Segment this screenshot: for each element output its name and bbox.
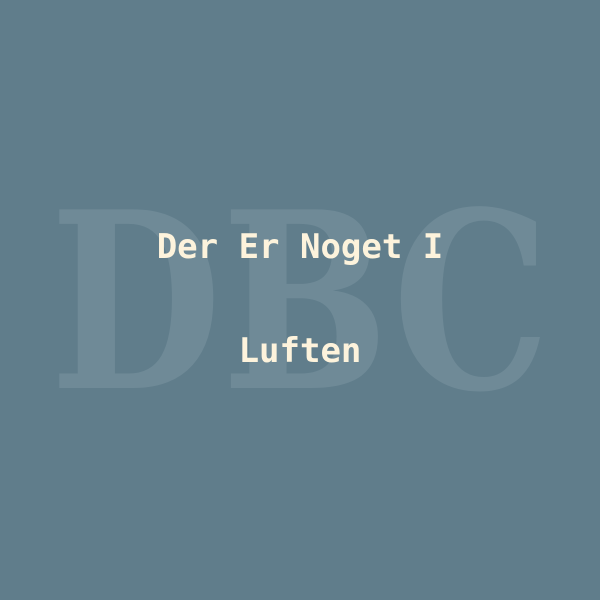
title-line-2: Luften — [238, 331, 362, 371]
watermark-logo: DBC — [50, 158, 550, 446]
title-line-1: Der Er Noget I — [156, 227, 444, 267]
cover-canvas: DBC Der Er Noget I Luften — [0, 0, 600, 600]
watermark-text: DBC — [50, 158, 550, 446]
